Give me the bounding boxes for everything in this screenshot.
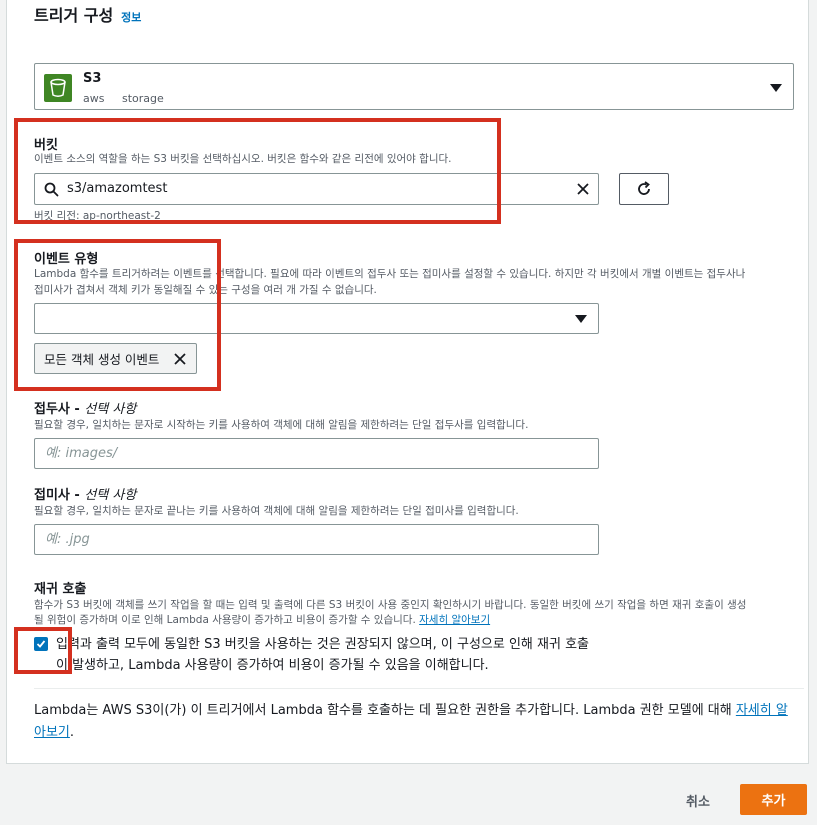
source-tag: storage: [121, 92, 164, 105]
suffix-field[interactable]: [35, 525, 598, 554]
suffix-optional: 선택 사항: [84, 488, 137, 503]
panel-header: 트리거 구성 정보: [34, 2, 141, 26]
acknowledge-text: 입력과 출력 모두에 동일한 S3 버킷을 사용하는 것은 권장되지 않으며, …: [56, 634, 756, 676]
recursion-description-1: 함수가 S3 버킷에 객체를 쓰기 작업을 할 때는 입력 및 출력에 다른 S…: [34, 599, 747, 611]
prefix-field[interactable]: [35, 439, 598, 468]
chevron-down-icon: [575, 315, 587, 323]
recursion-description-2: 될 위험이 증가하며 이로 인해 Lambda 사용량이 증가하고 비용이 증가…: [34, 612, 490, 628]
prefix-label: 접두사 - 선택 사항: [34, 398, 136, 417]
refresh-icon: [638, 181, 650, 195]
add-button[interactable]: 추가: [740, 784, 807, 815]
source-tag: aws: [83, 92, 105, 105]
highlight-box: [14, 627, 72, 674]
suffix-input[interactable]: [34, 524, 599, 555]
prefix-optional: 선택 사항: [84, 402, 137, 417]
learn-more-link[interactable]: 자세히 알아보기: [419, 614, 490, 626]
divider: [34, 688, 804, 689]
info-link[interactable]: 정보: [121, 9, 141, 25]
suffix-description: 필요할 경우, 일치하는 문자로 끝나는 키를 사용하여 객체에 대해 알림을 …: [34, 505, 519, 517]
prefix-description: 필요할 경우, 일치하는 문자로 시작하는 키를 사용하여 객체에 대해 알림을…: [34, 419, 529, 431]
clear-icon[interactable]: [576, 182, 590, 196]
permission-notice: Lambda는 AWS S3이(가) 이 트리거에서 Lambda 함수를 호출…: [34, 700, 799, 744]
notice-end: .: [69, 725, 75, 740]
chevron-down-icon: [770, 84, 782, 92]
source-tags: aws storage: [83, 92, 178, 105]
highlight-box: [14, 118, 501, 224]
highlight-box: [14, 239, 221, 391]
acknowledge-line-1: 입력과 출력 모두에 동일한 S3 버킷을 사용하는 것은 권장되지 않으며, …: [56, 637, 589, 652]
acknowledge-line-2: 이 발생하고, Lambda 사용량이 증가하여 비용이 증가될 수 있음을 이…: [56, 658, 489, 673]
trigger-source-select[interactable]: S3 aws storage: [34, 63, 794, 110]
notice-text: Lambda는 AWS S3이(가) 이 트리거에서 Lambda 함수를 호출…: [34, 703, 736, 718]
prefix-label-text: 접두사 -: [34, 402, 85, 417]
suffix-label-text: 접미사 -: [34, 488, 85, 503]
s3-bucket-icon: [44, 74, 72, 102]
refresh-button[interactable]: [619, 173, 669, 205]
recursion-description-text: 될 위험이 증가하며 이로 인해 Lambda 사용량이 증가하고 비용이 증가…: [34, 614, 416, 626]
recursion-label: 재귀 호출: [34, 582, 87, 597]
prefix-input[interactable]: [34, 438, 599, 469]
page-title: 트리거 구성: [34, 6, 114, 25]
suffix-label: 접미사 - 선택 사항: [34, 484, 136, 503]
cancel-button[interactable]: 취소: [670, 787, 726, 813]
source-name: S3: [83, 71, 102, 86]
